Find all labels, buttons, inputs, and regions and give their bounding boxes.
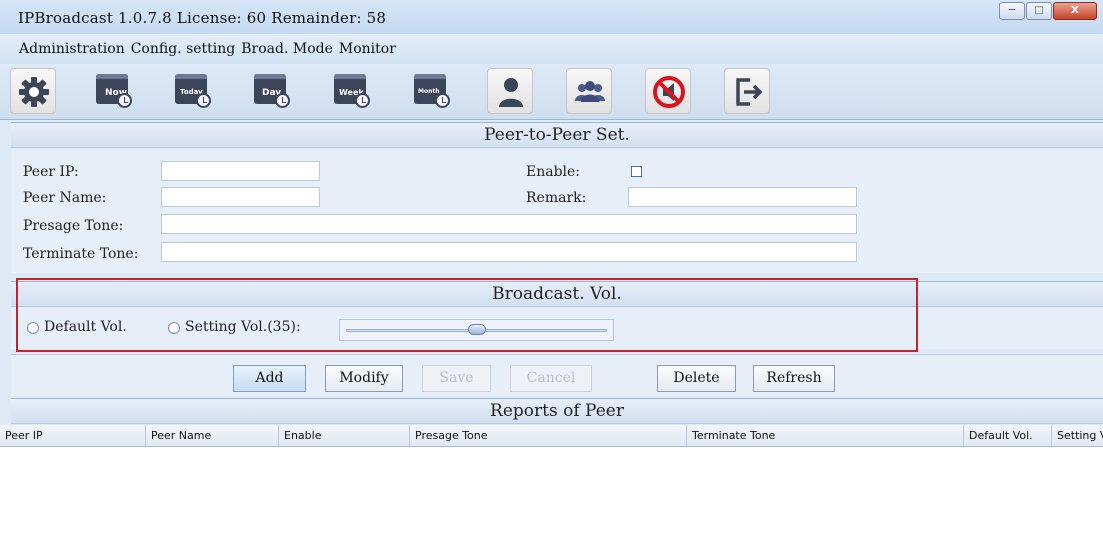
delete-button[interactable]: Delete [657,365,736,392]
main-panel: Peer-to-Peer Set. Peer IP: Peer Name: Pr… [0,122,1103,547]
remark-label: Remark: [526,190,587,206]
mute-button[interactable] [645,68,691,114]
broadcast-vol-header: Broadcast. Vol. [11,281,1103,307]
column-peer-name[interactable]: Peer Name [146,425,279,447]
cancel-button[interactable]: Cancel [510,365,592,392]
title-bar: IPBroadcast 1.0.7.8 License: 60 Remainde… [0,0,1103,34]
reports-section: Reports of Peer Peer IP Peer Name Enable… [0,398,1103,547]
menu-config-setting[interactable]: Config. setting [131,41,236,57]
presage-tone-label: Presage Tone: [23,218,124,234]
default-vol-radio[interactable] [27,322,39,334]
setting-vol-label: Setting Vol.(35): [185,319,301,335]
default-vol-label: Default Vol. [44,319,127,335]
minimize-icon[interactable]: ─ [999,2,1025,20]
column-terminate-tone[interactable]: Terminate Tone [687,425,964,447]
user-icon [499,78,523,107]
table-header: Peer IP Peer Name Enable Presage Tone Te… [0,425,1103,447]
enable-checkbox[interactable] [631,166,642,177]
users-group-icon [575,81,605,102]
setting-vol-radio[interactable] [168,322,180,334]
exit-button[interactable] [724,68,770,114]
remark-input[interactable] [628,187,857,207]
reports-header: Reports of Peer [11,398,1103,424]
window-controls: ─ □ X [998,2,1097,20]
group-button[interactable] [566,68,612,114]
menu-administration[interactable]: Administration [19,41,125,57]
column-default-vol[interactable]: Default Vol. [964,425,1052,447]
volume-slider-thumb[interactable] [467,324,486,335]
gear-icon [19,77,49,107]
menu-bar: Administration Config. setting Broad. Mo… [0,34,1103,64]
app-window: IPBroadcast 1.0.7.8 License: 60 Remainde… [0,0,1103,547]
peer-set-header: Peer-to-Peer Set. [11,122,1103,148]
schedule-day-button[interactable]: Day [248,68,294,114]
presage-tone-input[interactable] [161,214,857,234]
action-bar: Add Modify Save Cancel Delete Refresh [11,354,1103,396]
window-title: IPBroadcast 1.0.7.8 License: 60 Remainde… [18,9,387,27]
mute-speaker-icon [653,76,685,108]
peer-name-input[interactable] [161,187,320,207]
close-icon[interactable]: X [1053,2,1097,20]
save-button[interactable]: Save [422,365,491,392]
peer-form: Peer IP: Peer Name: Presage Tone: Termin… [11,149,1103,273]
peer-ip-label: Peer IP: [23,164,79,180]
menu-monitor[interactable]: Monitor [339,41,396,57]
settings-button[interactable] [10,68,56,114]
menu-broad-mode[interactable]: Broad. Mode [241,41,333,57]
column-setting-vol[interactable]: Setting Vol. [1052,425,1103,447]
modify-button[interactable]: Modify [325,365,403,392]
volume-slider[interactable] [339,319,614,341]
schedule-week-button[interactable]: Week [328,68,374,114]
exit-icon [736,78,763,106]
enable-label: Enable: [526,164,581,180]
reports-table-body[interactable] [0,447,1103,547]
schedule-today-button[interactable]: Today [169,68,215,114]
schedule-now-button[interactable]: Now [90,68,136,114]
peer-ip-input[interactable] [161,161,320,181]
terminate-tone-input[interactable] [161,242,857,262]
peer-name-label: Peer Name: [23,190,107,206]
user-button[interactable] [487,68,533,114]
toolbar: Now Today Day Week Month [0,64,1103,120]
add-button[interactable]: Add [233,365,306,392]
column-enable[interactable]: Enable [279,425,410,447]
maximize-icon[interactable]: □ [1026,2,1052,20]
column-presage-tone[interactable]: Presage Tone [410,425,687,447]
schedule-month-button[interactable]: Month [408,68,454,114]
refresh-button[interactable]: Refresh [753,365,835,392]
terminate-tone-label: Terminate Tone: [23,246,139,262]
column-peer-ip[interactable]: Peer IP [0,425,146,447]
